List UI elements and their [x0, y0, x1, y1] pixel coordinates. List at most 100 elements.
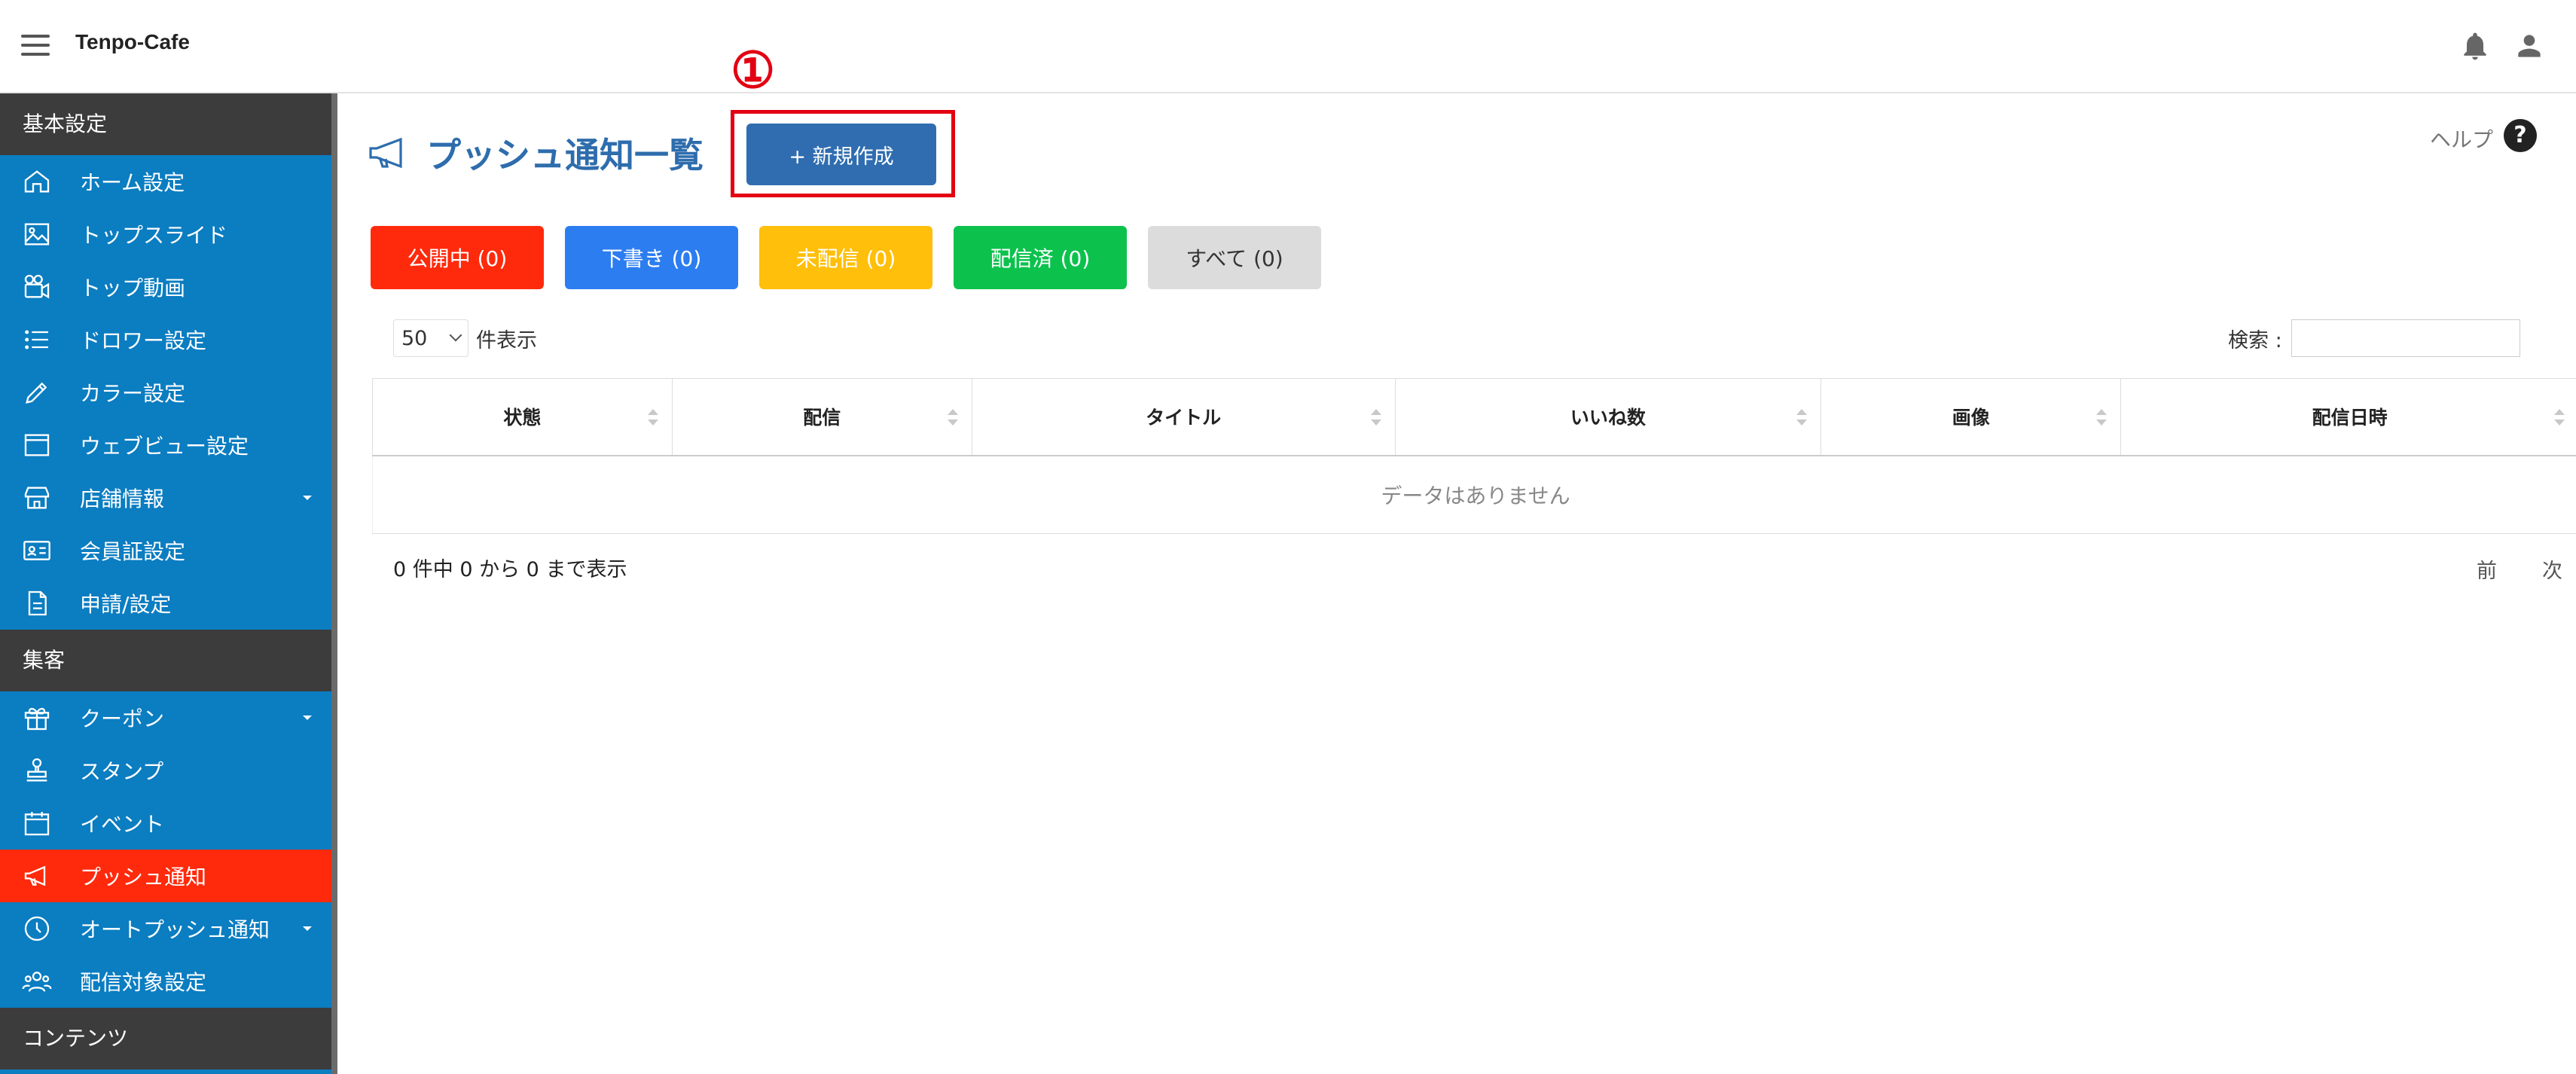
sidebar-item-top-slide[interactable]: トップスライド: [0, 208, 337, 261]
filter-undelivered-button[interactable]: 未配信 (0): [759, 226, 932, 289]
image-icon: [18, 215, 56, 253]
table-header-row: 状態 配信 タイトル いいね数 画像 配信日時: [372, 378, 2576, 456]
help-link[interactable]: ヘルプ: [2430, 124, 2493, 154]
sort-icon: [1796, 409, 1808, 426]
sidebar-item-label: 会員証設定: [80, 539, 186, 564]
sidebar-border: [331, 93, 337, 1074]
bell-icon[interactable]: [2458, 29, 2492, 63]
sidebar-item-webview-settings[interactable]: ウェブビュー設定: [0, 419, 337, 471]
filter-draft-button[interactable]: 下書き (0): [565, 226, 738, 289]
page-length-select[interactable]: 50: [393, 319, 469, 357]
sidebar-item-label: トップスライド: [80, 223, 228, 248]
sidebar-item-membership-card[interactable]: 会員証設定: [0, 524, 337, 577]
column-header-image[interactable]: 画像: [1821, 378, 2121, 456]
sidebar-item-home-settings[interactable]: ホーム設定: [0, 155, 337, 208]
pencil-icon: [18, 374, 56, 411]
step-marker: ①: [731, 41, 776, 99]
sort-icon: [947, 409, 958, 426]
chevron-down-icon: [449, 328, 462, 342]
sidebar-item-label: 申請/設定: [80, 592, 172, 617]
sidebar-item-auto-push[interactable]: オートプッシュ通知: [0, 902, 337, 955]
sidebar-section-basic-settings: 基本設定: [0, 93, 337, 155]
sort-icon: [2096, 409, 2107, 426]
sidebar-item-stamp[interactable]: スタンプ: [0, 744, 337, 797]
sidebar-item-store-info[interactable]: 店舗情報: [0, 471, 337, 524]
sidebar-item-label: ホーム設定: [80, 170, 185, 195]
users-icon: [18, 963, 56, 1000]
column-header-label: いいね数: [1570, 407, 1646, 429]
sidebar-item-label: オートプッシュ通知: [80, 917, 270, 942]
sidebar-item-coupon[interactable]: クーポン: [0, 691, 337, 744]
megaphone-icon: [18, 857, 56, 895]
column-header-delivery[interactable]: 配信: [671, 378, 972, 456]
page-length-suffix: 件表示: [476, 328, 537, 352]
stamp-icon: [18, 752, 56, 789]
column-header-likes[interactable]: いいね数: [1394, 378, 1821, 456]
sidebar-item-delivery-target[interactable]: 配信対象設定: [0, 955, 337, 1008]
page-heading: プッシュ通知一覧: [368, 128, 704, 178]
sidebar-item-label: イベント: [80, 812, 165, 837]
column-header-label: 画像: [1952, 407, 1990, 429]
sort-icon: [1370, 409, 1381, 426]
sidebar-item-label: ドロワー設定: [80, 328, 207, 353]
search-input[interactable]: [2291, 319, 2520, 357]
column-header-title[interactable]: タイトル: [971, 378, 1396, 456]
top-header: Tenpo-Cafe: [0, 0, 2576, 93]
sidebar-section-marketing: 集客: [0, 630, 337, 691]
filter-delivered-button[interactable]: 配信済 (0): [954, 226, 1127, 289]
sort-icon: [647, 409, 658, 426]
filter-published-button[interactable]: 公開中 (0): [371, 226, 544, 289]
megaphone-icon: [369, 137, 402, 169]
id-card-icon: [18, 532, 56, 569]
next-page-button[interactable]: 次: [2542, 554, 2562, 584]
column-header-status[interactable]: 状態: [372, 378, 673, 456]
table-info: 0 件中 0 から 0 まで表示: [393, 558, 627, 581]
page-length-control: 50 件表示: [393, 319, 537, 357]
sidebar-item-label: 配信対象設定: [80, 970, 207, 995]
help-icon[interactable]: ?: [2504, 119, 2537, 152]
column-header-label: 配信: [803, 407, 841, 429]
sidebar-item-top-video[interactable]: トップ動画: [0, 261, 337, 313]
status-filters: 公開中 (0) 下書き (0) 未配信 (0) 配信済 (0) すべて (0): [371, 226, 1342, 289]
gift-icon: [18, 699, 56, 737]
document-icon: [18, 584, 56, 622]
chevron-down-icon: [303, 926, 312, 931]
prev-page-button[interactable]: 前: [2477, 554, 2497, 584]
video-camera-icon: [18, 268, 56, 306]
store-icon: [18, 479, 56, 517]
clock-icon: [18, 910, 56, 947]
user-icon[interactable]: [2513, 29, 2546, 63]
chevron-down-icon: [303, 715, 312, 720]
sidebar-item-event[interactable]: イベント: [0, 797, 337, 850]
main-content: プッシュ通知一覧 ① + 新規作成 ヘルプ ? 公開中 (0) 下書き (0) …: [337, 41, 2576, 1074]
app-title: Tenpo-Cafe: [75, 30, 190, 53]
column-header-label: 状態: [503, 407, 542, 429]
sidebar-item-application-settings[interactable]: 申請/設定: [0, 577, 337, 630]
browser-window-icon: [18, 426, 56, 464]
new-create-button[interactable]: + 新規作成: [746, 124, 936, 185]
sidebar-item-label: 店舗情報: [80, 487, 165, 511]
hamburger-menu-icon[interactable]: [21, 35, 50, 56]
column-header-label: タイトル: [1146, 407, 1222, 429]
empty-table-message: データはありません: [372, 455, 2576, 534]
column-header-label: 配信日時: [2312, 407, 2388, 429]
pagination: 前 次: [2431, 554, 2562, 584]
sidebar-item-push-notification[interactable]: プッシュ通知: [0, 850, 337, 902]
calendar-icon: [18, 804, 56, 842]
sidebar-item-drawer-settings[interactable]: ドロワー設定: [0, 313, 337, 366]
sidebar-item-label: トップ動画: [80, 276, 186, 301]
notification-table: 状態 配信 タイトル いいね数 画像 配信日時 データはありません: [372, 378, 2576, 534]
sidebar-item-color-settings[interactable]: カラー設定: [0, 366, 337, 419]
sidebar-item-label: プッシュ通知: [80, 865, 207, 889]
filter-all-button[interactable]: すべて (0): [1148, 226, 1321, 289]
sort-icon: [2554, 409, 2565, 426]
sidebar-section-contents: コンテンツ: [0, 1008, 337, 1069]
column-header-delivery-datetime[interactable]: 配信日時: [2120, 378, 2576, 456]
page-length-value: 50: [401, 326, 428, 350]
sidebar-item-label: スタンプ: [80, 759, 164, 784]
sidebar-item-label: クーポン: [80, 706, 165, 731]
sidebar-item-label: ウェブビュー設定: [80, 434, 249, 459]
search-label: 検索 :: [2228, 328, 2282, 352]
page-title: プッシュ通知一覧: [426, 135, 704, 175]
search-area: 検索 :: [2228, 319, 2520, 357]
